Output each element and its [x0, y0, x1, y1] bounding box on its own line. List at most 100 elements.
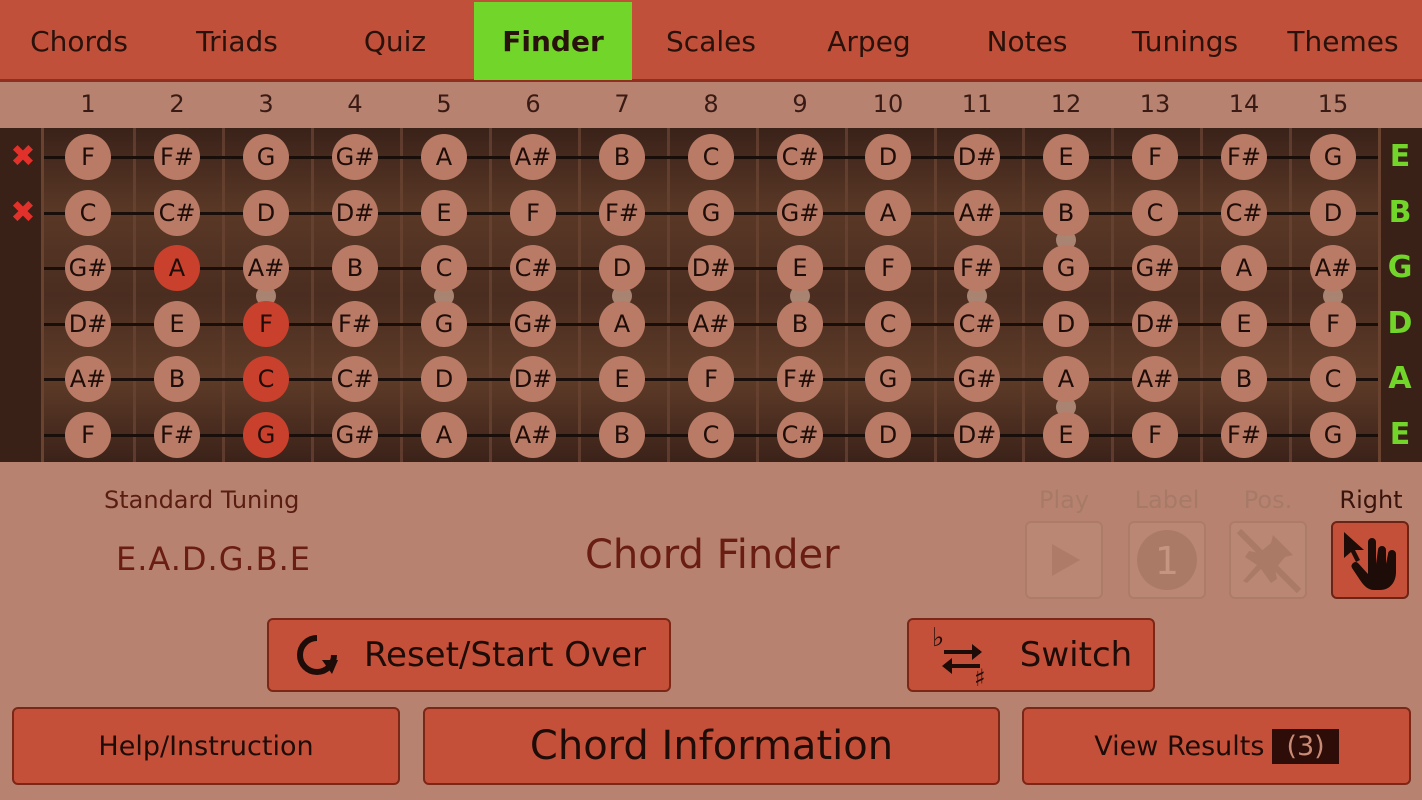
fret-note[interactable]: E: [1221, 301, 1267, 347]
fret-note[interactable]: G#: [65, 245, 111, 291]
fret-note[interactable]: F: [65, 412, 111, 458]
fret-note[interactable]: C: [1310, 356, 1356, 402]
fret-note[interactable]: A: [1043, 356, 1089, 402]
fret-note[interactable]: E: [421, 190, 467, 236]
fret-note[interactable]: F: [1132, 412, 1178, 458]
fret-note[interactable]: G: [1310, 412, 1356, 458]
fret-note[interactable]: B: [154, 356, 200, 402]
fret-note[interactable]: G: [865, 356, 911, 402]
fret-note[interactable]: A#: [243, 245, 289, 291]
fret-note[interactable]: D: [865, 134, 911, 180]
fret-note[interactable]: D: [243, 190, 289, 236]
fret-note[interactable]: F: [510, 190, 556, 236]
fret-note[interactable]: G#: [510, 301, 556, 347]
fret-note[interactable]: E: [777, 245, 823, 291]
fret-note[interactable]: C#: [777, 134, 823, 180]
fret-note[interactable]: A: [421, 412, 467, 458]
fret-note[interactable]: D#: [954, 412, 1000, 458]
fret-note[interactable]: F#: [599, 190, 645, 236]
fret-note[interactable]: D: [865, 412, 911, 458]
fret-note[interactable]: D#: [954, 134, 1000, 180]
tab-arpeg[interactable]: Arpeg: [790, 2, 948, 80]
chord-information-button[interactable]: Chord Information: [423, 707, 1000, 785]
fret-note[interactable]: C#: [954, 301, 1000, 347]
fret-note[interactable]: B: [332, 245, 378, 291]
fret-note[interactable]: F: [243, 301, 289, 347]
fret-note[interactable]: F#: [332, 301, 378, 347]
fret-note[interactable]: G: [243, 134, 289, 180]
fret-note[interactable]: F: [65, 134, 111, 180]
fret-note[interactable]: B: [1221, 356, 1267, 402]
fret-note[interactable]: B: [777, 301, 823, 347]
fret-note[interactable]: A#: [65, 356, 111, 402]
tuning-value[interactable]: E.A.D.G.B.E: [116, 540, 311, 578]
play-button[interactable]: [1025, 521, 1103, 599]
fret-note[interactable]: C: [243, 356, 289, 402]
fret-note[interactable]: G#: [954, 356, 1000, 402]
fret-note[interactable]: B: [1043, 190, 1089, 236]
fret-note[interactable]: G: [421, 301, 467, 347]
fret-note[interactable]: F#: [1221, 412, 1267, 458]
fret-note[interactable]: F: [1310, 301, 1356, 347]
tab-chords[interactable]: Chords: [0, 2, 158, 80]
fret-note[interactable]: C#: [154, 190, 200, 236]
fret-note[interactable]: G: [243, 412, 289, 458]
fret-note[interactable]: A: [1221, 245, 1267, 291]
fret-note[interactable]: E: [154, 301, 200, 347]
fret-note[interactable]: D#: [332, 190, 378, 236]
fret-note[interactable]: D: [599, 245, 645, 291]
view-results-button[interactable]: View Results (3): [1022, 707, 1411, 785]
fret-note[interactable]: F: [688, 356, 734, 402]
fret-note[interactable]: G#: [332, 412, 378, 458]
fret-note[interactable]: C: [1132, 190, 1178, 236]
tab-tunings[interactable]: Tunings: [1106, 2, 1264, 80]
fret-note[interactable]: E: [1043, 134, 1089, 180]
fret-note[interactable]: D#: [1132, 301, 1178, 347]
fret-note[interactable]: A#: [954, 190, 1000, 236]
fret-note[interactable]: A: [865, 190, 911, 236]
fret-note[interactable]: G#: [332, 134, 378, 180]
fret-note[interactable]: D: [1310, 190, 1356, 236]
switch-button[interactable]: ♭ ♯ Switch: [907, 618, 1155, 692]
fret-note[interactable]: A: [154, 245, 200, 291]
mute-x-icon[interactable]: ✖: [8, 198, 38, 228]
position-button[interactable]: [1229, 521, 1307, 599]
fret-note[interactable]: F#: [954, 245, 1000, 291]
fret-note[interactable]: C: [688, 412, 734, 458]
fret-note[interactable]: F#: [154, 134, 200, 180]
tab-finder[interactable]: Finder: [474, 2, 632, 80]
fret-note[interactable]: E: [599, 356, 645, 402]
reset-button[interactable]: Reset/Start Over: [267, 618, 671, 692]
fret-note[interactable]: D#: [510, 356, 556, 402]
hand-button[interactable]: [1331, 521, 1409, 599]
fret-note[interactable]: F#: [1221, 134, 1267, 180]
fret-note[interactable]: F#: [777, 356, 823, 402]
fret-note[interactable]: C: [688, 134, 734, 180]
fret-note[interactable]: A#: [510, 412, 556, 458]
fret-note[interactable]: F: [865, 245, 911, 291]
fret-note[interactable]: A#: [1310, 245, 1356, 291]
fret-note[interactable]: D: [421, 356, 467, 402]
fret-note[interactable]: C: [65, 190, 111, 236]
fret-note[interactable]: B: [599, 412, 645, 458]
fret-note[interactable]: G#: [777, 190, 823, 236]
help-button[interactable]: Help/Instruction: [12, 707, 400, 785]
tab-scales[interactable]: Scales: [632, 2, 790, 80]
fret-note[interactable]: A#: [510, 134, 556, 180]
fret-note[interactable]: G: [1310, 134, 1356, 180]
fret-note[interactable]: D#: [65, 301, 111, 347]
fret-note[interactable]: G: [688, 190, 734, 236]
fret-note[interactable]: D: [1043, 301, 1089, 347]
fret-note[interactable]: B: [599, 134, 645, 180]
fret-note[interactable]: D#: [688, 245, 734, 291]
fret-note[interactable]: C: [421, 245, 467, 291]
tab-quiz[interactable]: Quiz: [316, 2, 474, 80]
fret-note[interactable]: C#: [332, 356, 378, 402]
tab-triads[interactable]: Triads: [158, 2, 316, 80]
tab-notes[interactable]: Notes: [948, 2, 1106, 80]
fret-note[interactable]: A: [599, 301, 645, 347]
fret-note[interactable]: C#: [1221, 190, 1267, 236]
fret-note[interactable]: A: [421, 134, 467, 180]
fret-note[interactable]: E: [1043, 412, 1089, 458]
tab-themes[interactable]: Themes: [1264, 2, 1422, 80]
